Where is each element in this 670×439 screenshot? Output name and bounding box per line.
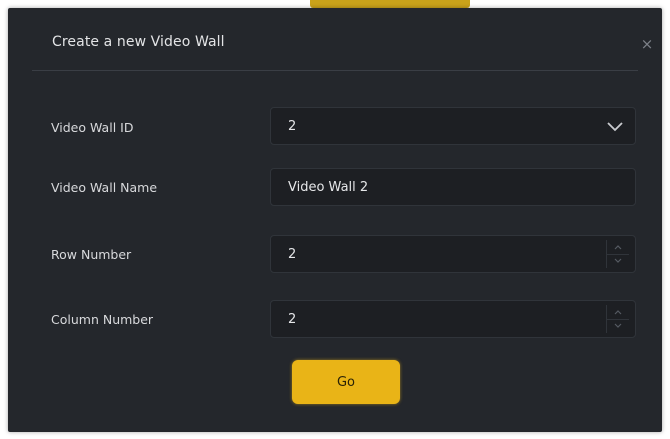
chevron-down-icon	[605, 117, 625, 135]
create-video-wall-dialog: Create a new Video Wall × Video Wall ID …	[8, 8, 662, 432]
video-wall-name-field[interactable]: Video Wall 2	[270, 168, 636, 206]
row-number-value: 2	[288, 247, 297, 262]
column-number-value: 2	[288, 312, 297, 327]
close-icon[interactable]: ×	[638, 35, 656, 53]
row-increment-button[interactable]	[607, 240, 629, 255]
row-number-stepper[interactable]: 2	[270, 235, 636, 273]
top-accent-bar	[310, 0, 470, 8]
video-wall-name-label: Video Wall Name	[51, 180, 158, 195]
row-decrement-button[interactable]	[607, 254, 629, 268]
video-wall-id-label: Video Wall ID	[51, 120, 134, 135]
video-wall-id-select[interactable]: 2	[270, 107, 636, 145]
caret-up-icon	[614, 310, 622, 315]
dialog-title: Create a new Video Wall	[52, 34, 225, 50]
caret-down-icon	[614, 323, 622, 328]
caret-down-icon	[614, 258, 622, 263]
video-wall-name-value: Video Wall 2	[288, 180, 369, 195]
column-decrement-button[interactable]	[607, 319, 629, 333]
row-number-spinner	[606, 240, 629, 268]
column-increment-button[interactable]	[607, 305, 629, 320]
caret-up-icon	[614, 245, 622, 250]
column-number-label: Column Number	[51, 312, 154, 327]
row-number-label: Row Number	[51, 247, 132, 262]
dialog-header: Create a new Video Wall	[32, 8, 638, 71]
column-number-spinner	[606, 305, 629, 333]
go-button[interactable]: Go	[292, 360, 400, 404]
video-wall-id-value: 2	[288, 119, 297, 134]
column-number-stepper[interactable]: 2	[270, 300, 636, 338]
